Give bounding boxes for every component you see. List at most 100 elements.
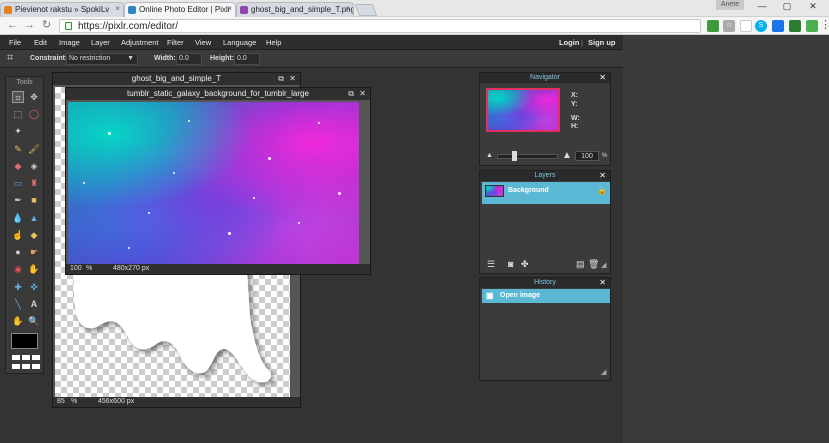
translate-extension-icon[interactable] xyxy=(772,20,784,32)
zoom-slider-track[interactable] xyxy=(497,154,558,159)
forward-arrow-icon[interactable]: → xyxy=(24,20,35,31)
grid-view-icon[interactable] xyxy=(12,364,20,369)
marquee-tool-icon[interactable]: ⬚ xyxy=(12,108,24,120)
grid-view-icon[interactable] xyxy=(12,355,20,360)
brush-tool-icon[interactable]: 🖌 xyxy=(28,143,40,155)
restore-window-icon[interactable]: ⧉ xyxy=(348,89,354,99)
page-extension-icon[interactable] xyxy=(740,20,752,32)
zoom-in-icon[interactable]: ▲ xyxy=(562,150,572,161)
menu-help[interactable]: Help xyxy=(266,38,281,47)
pinch-tool-icon[interactable]: ✜ xyxy=(28,281,40,293)
close-tab-icon[interactable]: × xyxy=(345,4,350,13)
browser-tab-spoki[interactable]: Pievienot rakstu » SpokiLv × xyxy=(0,2,124,17)
browser-tab-pixlr[interactable]: Online Photo Editor | Pixlr × xyxy=(124,2,236,17)
blur-tool-icon[interactable]: 💧 xyxy=(12,212,24,224)
menu-view[interactable]: View xyxy=(195,38,211,47)
rt-extension-icon[interactable] xyxy=(789,20,801,32)
bookmark-star-icon[interactable]: ☆ xyxy=(723,20,735,32)
history-row[interactable]: ▣ Open image xyxy=(482,289,610,303)
zoom-tool-icon[interactable]: 🔍 xyxy=(28,315,40,327)
close-panel-icon[interactable]: ✕ xyxy=(599,171,606,181)
zoom-out-icon[interactable]: ▲ xyxy=(486,152,493,159)
menu-language[interactable]: Language xyxy=(223,38,256,47)
constraint-dropdown[interactable]: No restriction ▼ xyxy=(66,53,138,65)
browser-user-badge[interactable]: Anete xyxy=(716,0,744,10)
lock-icon[interactable]: 🔒 xyxy=(597,186,607,195)
zoom-slider-handle[interactable] xyxy=(512,151,517,161)
spot-heal-icon[interactable]: ✋ xyxy=(28,263,40,275)
burn-tool-icon[interactable]: ● xyxy=(12,246,24,258)
layer-row[interactable]: Background 🔒 xyxy=(482,182,610,204)
layer-settings-icon[interactable]: ☰ xyxy=(487,259,495,270)
close-panel-icon[interactable]: ✕ xyxy=(599,73,606,83)
layer-styles-icon[interactable]: ✤ xyxy=(521,259,529,270)
reload-icon[interactable]: ↻ xyxy=(42,20,51,31)
minimize-icon[interactable]: — xyxy=(752,1,772,11)
document-title[interactable]: tumblr_static_galaxy_background_for_tumb… xyxy=(66,88,370,100)
red-eye-tool-icon[interactable]: ◉ xyxy=(12,263,24,275)
menu-filter[interactable]: Filter xyxy=(167,38,184,47)
hand-tool-icon[interactable]: ✋ xyxy=(12,315,24,327)
resize-grip-icon[interactable]: ◢ xyxy=(601,368,606,376)
smudge-tool-icon[interactable]: ☝ xyxy=(12,229,24,241)
magic-wand-icon[interactable]: ✦ xyxy=(12,125,24,137)
bloat-tool-icon[interactable]: ✚ xyxy=(12,281,24,293)
delete-layer-icon[interactable]: 🗑 xyxy=(588,259,599,270)
type-tool-icon[interactable]: A xyxy=(28,298,40,310)
galaxy-canvas[interactable] xyxy=(68,102,359,266)
grid-view-icon[interactable] xyxy=(22,364,30,369)
green-extension-icon[interactable] xyxy=(806,20,818,32)
sharpen-tool-icon[interactable]: ▲ xyxy=(28,212,40,224)
foreground-color-swatch[interactable] xyxy=(11,333,38,349)
menu-dots-icon[interactable]: ⋮ xyxy=(820,20,829,31)
signup-link[interactable]: Sign up xyxy=(588,38,616,47)
menu-layer[interactable]: Layer xyxy=(91,38,110,47)
close-document-icon[interactable]: ✕ xyxy=(359,89,366,98)
navigator-thumbnail[interactable] xyxy=(486,88,560,132)
menu-image[interactable]: Image xyxy=(59,38,80,47)
new-layer-icon[interactable]: ▤ xyxy=(576,259,585,270)
gradient-tool-icon[interactable]: ▭ xyxy=(12,177,24,189)
close-tab-icon[interactable]: × xyxy=(227,4,232,13)
shield-extension-icon[interactable] xyxy=(707,20,719,32)
maximize-icon[interactable]: ▢ xyxy=(777,1,797,12)
lasso-tool-icon[interactable]: ◯ xyxy=(28,108,40,120)
height-input[interactable]: 0.0 xyxy=(234,53,260,65)
close-document-icon[interactable]: ✕ xyxy=(289,74,296,83)
skype-icon[interactable]: S xyxy=(755,20,767,32)
paint-bucket-icon[interactable]: ◈ xyxy=(28,160,40,172)
menu-file[interactable]: File xyxy=(9,38,21,47)
url-input[interactable]: https://pixlr.com/editor/ xyxy=(59,19,701,33)
zoom-value[interactable]: 85 xyxy=(57,398,65,405)
zoom-value[interactable]: 100 xyxy=(70,265,82,272)
close-window-icon[interactable]: ✕ xyxy=(803,1,823,12)
new-tab-button[interactable] xyxy=(354,4,378,16)
grid-view-icon[interactable] xyxy=(22,355,30,360)
clone-stamp-icon[interactable]: ♜ xyxy=(28,177,40,189)
resize-grip-icon[interactable]: ◢ xyxy=(601,261,606,269)
grid-view-icon[interactable] xyxy=(32,355,40,360)
document-window-galaxy[interactable]: tumblr_static_galaxy_background_for_tumb… xyxy=(65,87,371,275)
grid-view-icon[interactable] xyxy=(32,364,40,369)
document-title[interactable]: ghost_big_and_simple_T xyxy=(53,73,300,85)
sponge-tool-icon[interactable]: ◆ xyxy=(28,229,40,241)
dodge-tool-icon[interactable]: ☛ xyxy=(28,246,40,258)
menu-adjustment[interactable]: Adjustment xyxy=(121,38,159,47)
close-panel-icon[interactable]: ✕ xyxy=(599,278,606,288)
restore-window-icon[interactable]: ⧉ xyxy=(278,74,284,84)
layer-mask-icon[interactable]: ◙ xyxy=(508,259,513,269)
menu-edit[interactable]: Edit xyxy=(34,38,47,47)
width-input[interactable]: 0.0 xyxy=(176,53,202,65)
drawing-tool-icon[interactable]: ■ xyxy=(28,194,40,206)
back-arrow-icon[interactable]: ← xyxy=(7,20,18,31)
color-picker-icon[interactable]: ╲ xyxy=(12,298,24,310)
close-tab-icon[interactable]: × xyxy=(115,4,120,13)
login-link[interactable]: Login xyxy=(559,38,579,47)
eraser-tool-icon[interactable]: ◆ xyxy=(12,160,24,172)
move-tool-icon[interactable]: ✥ xyxy=(28,91,40,103)
pencil-tool-icon[interactable]: ✎ xyxy=(12,143,24,155)
zoom-percent-input[interactable]: 100 xyxy=(575,151,599,161)
color-replace-icon[interactable]: ✒ xyxy=(12,194,24,206)
browser-tab-ghost[interactable]: ghost_big_and_simple_T.png × xyxy=(236,2,354,17)
crop-tool-icon[interactable]: ⌗ xyxy=(12,91,24,103)
